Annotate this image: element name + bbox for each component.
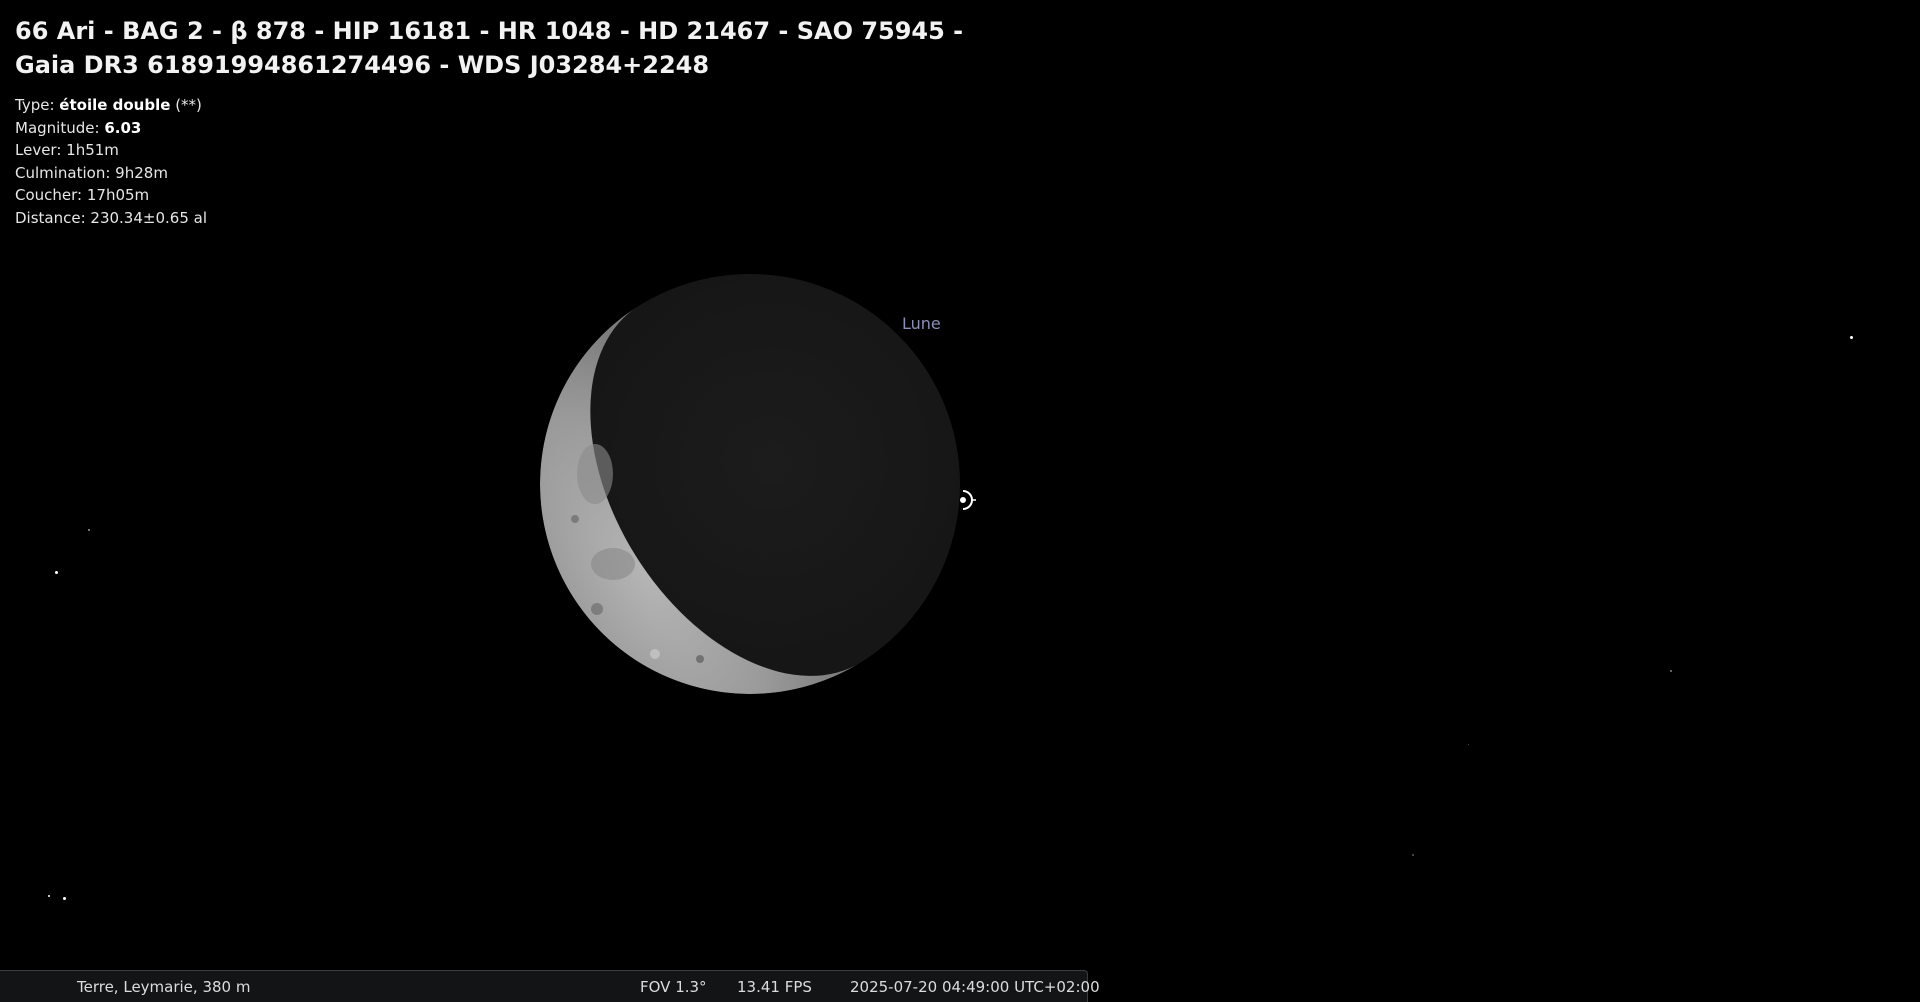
moon-crater-1 [591,603,603,615]
selected-star [960,497,966,503]
object-info-panel: 66 Ari - BAG 2 - β 878 - HIP 16181 - HR … [15,14,964,229]
object-magnitude-value: 6.03 [104,118,142,137]
selection-marker-icon[interactable] [953,487,979,513]
star[interactable] [1412,854,1414,856]
moon-mare-2 [591,548,635,580]
datetime-readout[interactable]: 2025-07-20 04:49:00 UTC+02:00 [850,978,1100,996]
object-type-label: Type: [15,96,55,114]
fps-readout: 13.41 FPS [737,978,812,996]
object-details: Type: étoile double (**) Magnitude: 6.03… [15,94,915,229]
star[interactable] [55,571,58,574]
moon-mare-1 [577,444,613,504]
fov-readout[interactable]: FOV 1.3° [640,978,707,996]
object-distance: Distance: 230.34±0.65 al [15,208,207,227]
moon-label[interactable]: Lune [902,314,941,333]
location-readout[interactable]: Terre, Leymarie, 380 m [77,978,250,996]
star[interactable] [88,529,90,531]
status-bar: Terre, Leymarie, 380 m FOV 1.3° 13.41 FP… [0,970,1100,1002]
sky-view[interactable]: 66 Ari - BAG 2 - β 878 - HIP 16181 - HR … [0,0,1920,1002]
object-set: Coucher: 17h05m [15,186,150,204]
object-title-line-2: Gaia DR3 61891994861274496 - WDS J03284+… [15,51,710,79]
object-rise: Lever: 1h51m [15,141,119,159]
object-magnitude: Magnitude: 6.03 [15,117,915,140]
object-title: 66 Ari - BAG 2 - β 878 - HIP 16181 - HR … [15,14,964,82]
object-transit: Culmination: 9h28m [15,163,168,182]
object-type-suffix: (**) [175,96,202,114]
moon-crater-2 [650,649,660,659]
star[interactable] [1468,744,1469,745]
moon-crater-3 [571,515,579,523]
star[interactable] [1850,336,1853,339]
object-magnitude-label: Magnitude: [15,118,100,137]
object-title-line-1: 66 Ari - BAG 2 - β 878 - HIP 16181 - HR … [15,17,964,45]
star[interactable] [48,895,50,897]
object-type-value: étoile double [59,96,171,114]
star[interactable] [1670,670,1672,672]
star[interactable] [63,897,66,900]
moon-crater-4 [696,655,704,663]
object-type: Type: étoile double (**) [15,94,915,117]
moon[interactable] [535,274,965,704]
